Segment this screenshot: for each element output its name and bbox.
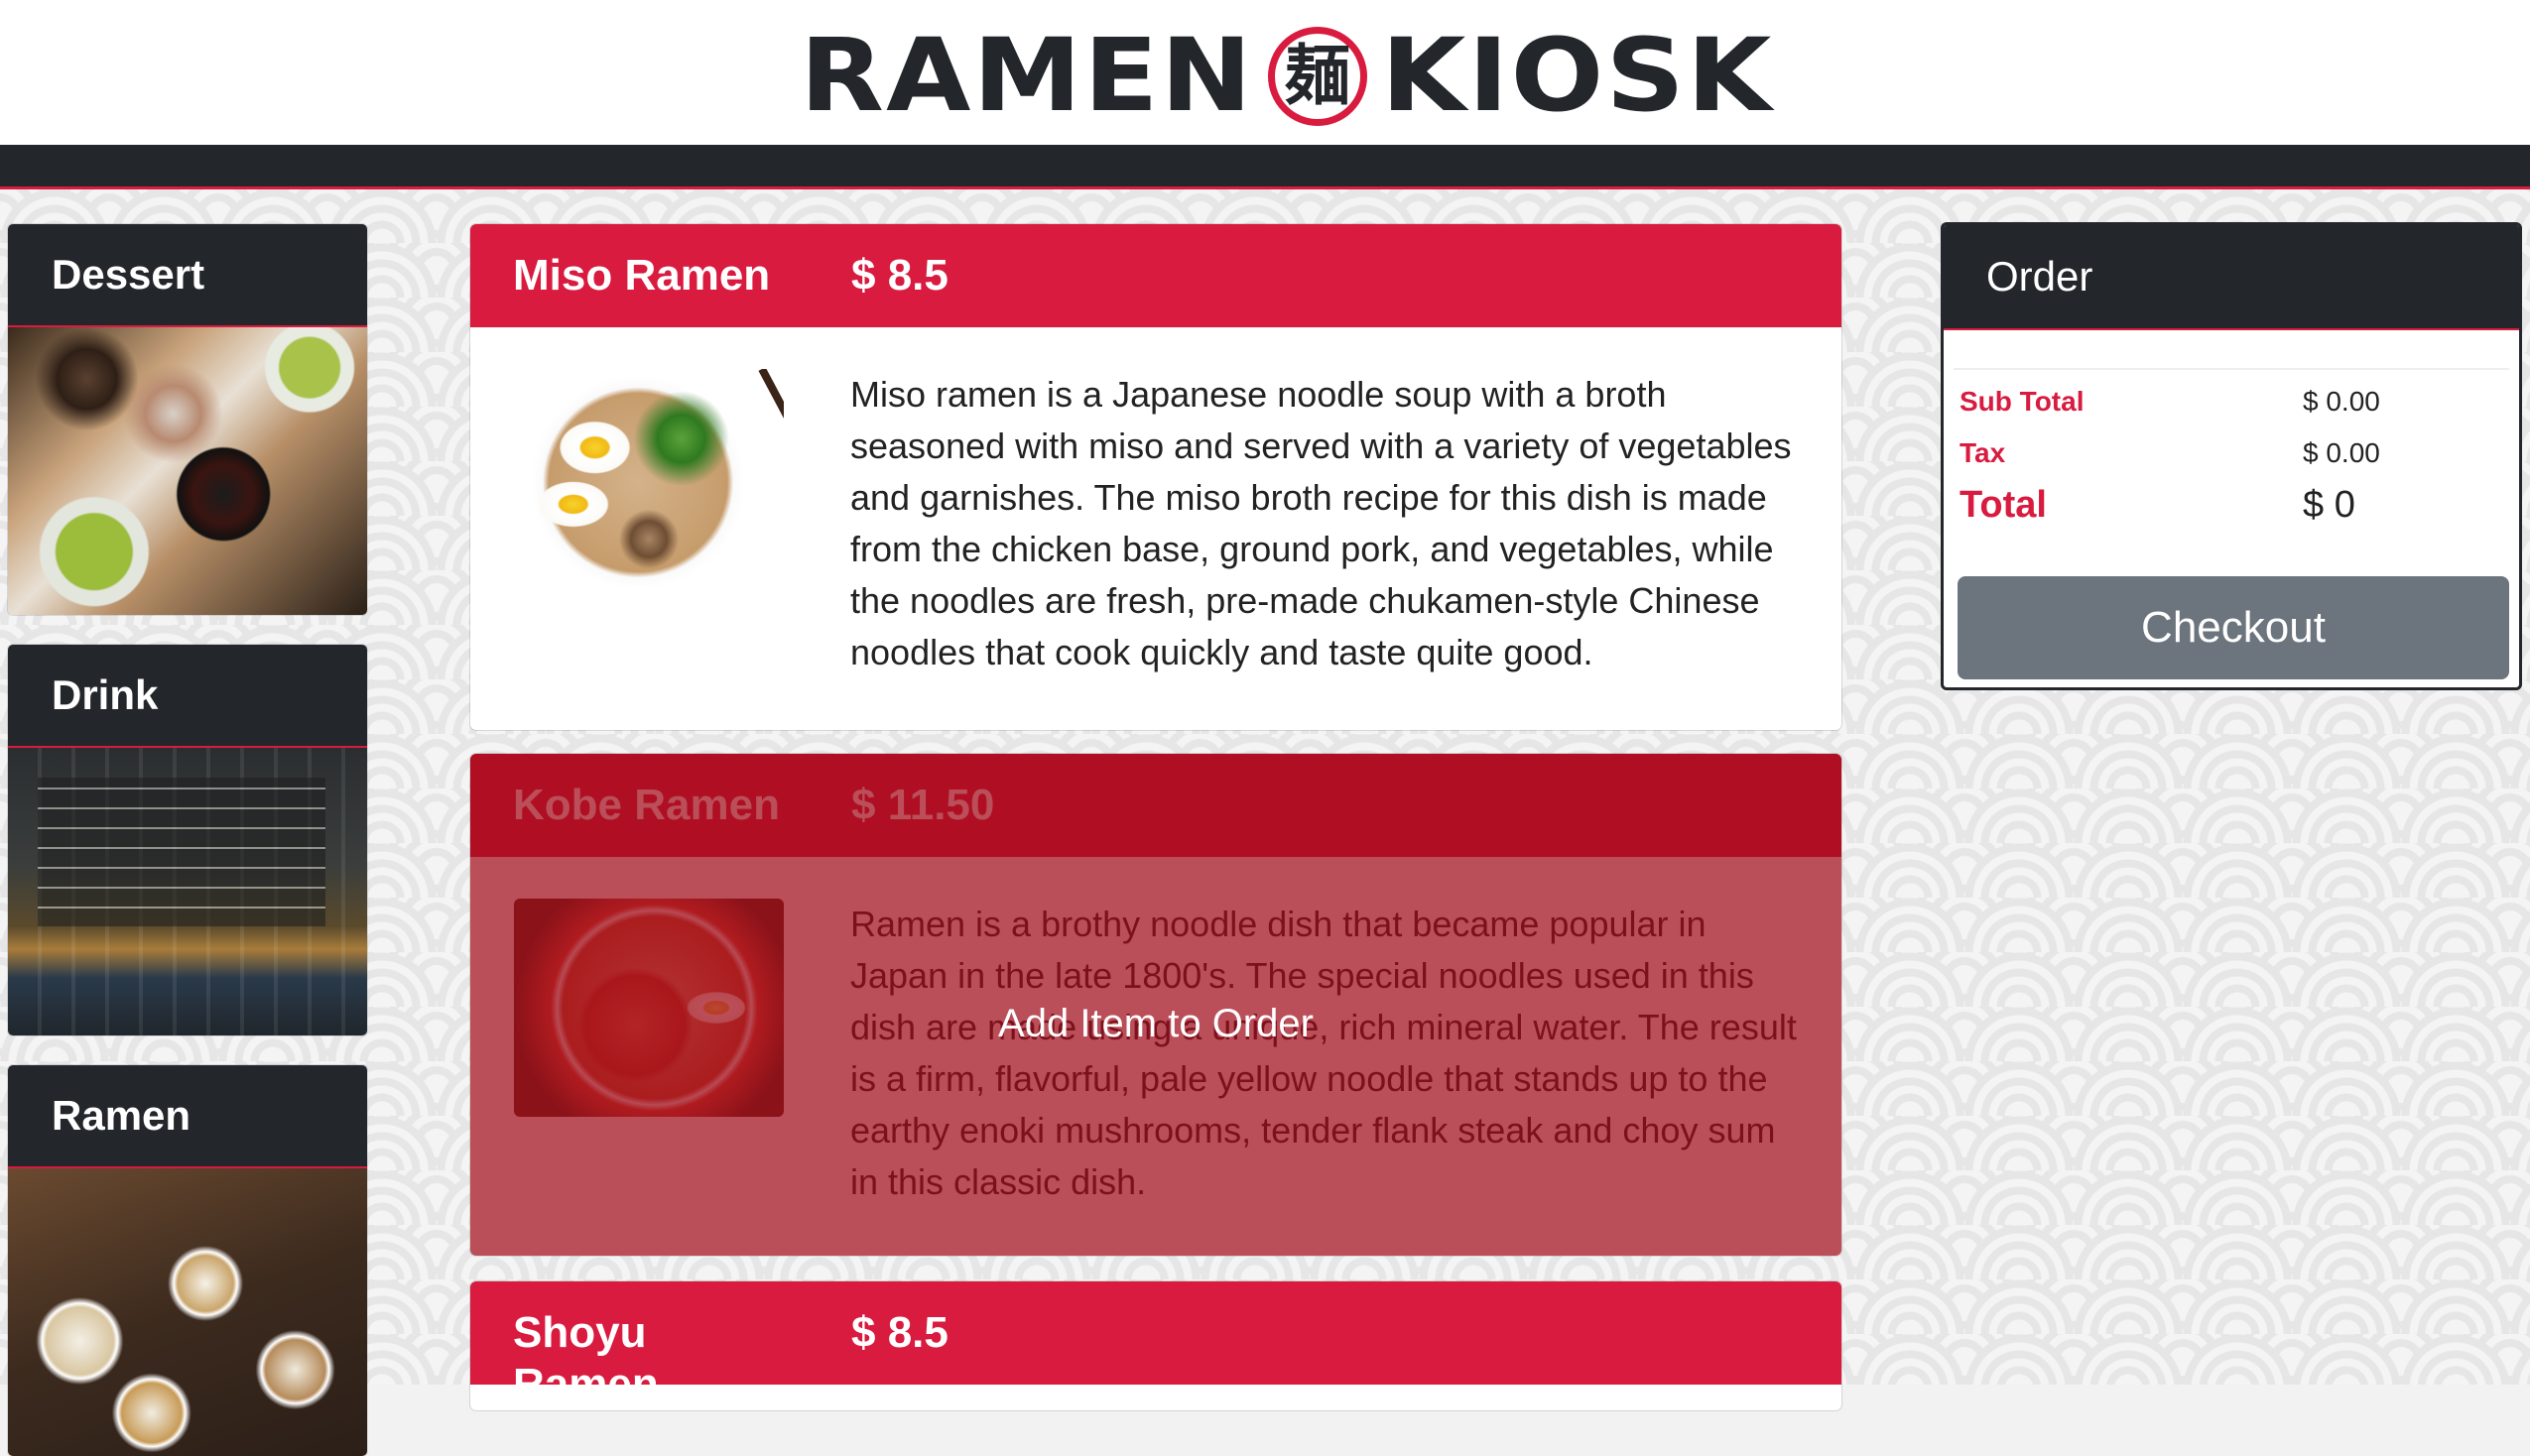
- menu-item-body: Miso ramen is a Japanese noodle soup wit…: [470, 327, 1841, 730]
- dessert-photo: [8, 327, 367, 615]
- subtotal-row: Sub Total $ 0.00: [1944, 376, 2519, 427]
- drink-photo: [8, 748, 367, 1035]
- logo-text-left: RAMEN: [800, 17, 1255, 135]
- menu-item-name: Kobe Ramen: [513, 781, 780, 829]
- subtotal-label: Sub Total: [1960, 386, 2085, 417]
- order-panel: Order Sub Total $ 0.00 Tax $ 0.00 Total …: [1941, 222, 2522, 690]
- menu-item-shoyu-ramen[interactable]: Shoyu Ramen $ 8.5: [470, 1281, 1841, 1410]
- order-items-list: [1954, 330, 2509, 370]
- menu-item-description: Ramen is a brothy noodle dish that becam…: [850, 904, 1797, 1202]
- menu-item-kobe-ramen[interactable]: Kobe Ramen $ 11.50 Ramen is a brothy noo…: [470, 754, 1841, 1256]
- menu-item-name: Miso Ramen: [513, 251, 771, 300]
- ramen-photo: [8, 1168, 367, 1456]
- category-title: Ramen: [8, 1065, 367, 1168]
- ramen-kiosk-logo[interactable]: RAMEN 麺 KIOSK: [800, 22, 1771, 131]
- noodle-seal-icon: 麺: [1268, 27, 1368, 126]
- menu-item-header: Shoyu Ramen $ 8.5: [470, 1281, 1841, 1408]
- subtotal-value: $ 0.00: [2303, 386, 2380, 417]
- total-label: Total: [1960, 484, 2047, 526]
- menu-item-header: Miso Ramen $ 8.5: [470, 224, 1841, 327]
- category-title: Dessert: [8, 224, 367, 327]
- kobe-ramen-photo: [514, 899, 784, 1117]
- header: RAMEN 麺 KIOSK: [0, 0, 2530, 145]
- logo-text-right: KIOSK: [1381, 17, 1774, 135]
- tax-label: Tax: [1960, 437, 2006, 468]
- menu-item-price: $ 8.5: [851, 251, 949, 300]
- menu-item-price: $ 8.5: [851, 1308, 949, 1357]
- order-title: Order: [1944, 225, 2519, 330]
- navbar: [0, 145, 2530, 189]
- menu-item-header: Kobe Ramen $ 11.50: [470, 754, 1841, 857]
- tax-row: Tax $ 0.00: [1944, 427, 2519, 479]
- total-value: $ 0: [2303, 484, 2355, 526]
- menu-item-price: $ 11.50: [851, 781, 995, 829]
- checkout-button[interactable]: Checkout: [1958, 576, 2509, 679]
- category-card-ramen[interactable]: Ramen: [8, 1065, 367, 1456]
- category-card-dessert[interactable]: Dessert: [8, 224, 367, 615]
- category-card-drink[interactable]: Drink: [8, 645, 367, 1035]
- total-row: Total $ 0: [1944, 479, 2519, 531]
- tax-value: $ 0.00: [2303, 437, 2380, 468]
- menu-item-name: Shoyu Ramen: [513, 1308, 659, 1408]
- menu-item-body: Ramen is a brothy noodle dish that becam…: [470, 857, 1841, 1256]
- category-title: Drink: [8, 645, 367, 748]
- menu-item-description: Miso ramen is a Japanese noodle soup wit…: [850, 374, 1792, 672]
- menu-item-miso-ramen[interactable]: Miso Ramen $ 8.5 Miso ramen is a Japanes…: [470, 224, 1841, 730]
- miso-ramen-photo: [514, 369, 784, 587]
